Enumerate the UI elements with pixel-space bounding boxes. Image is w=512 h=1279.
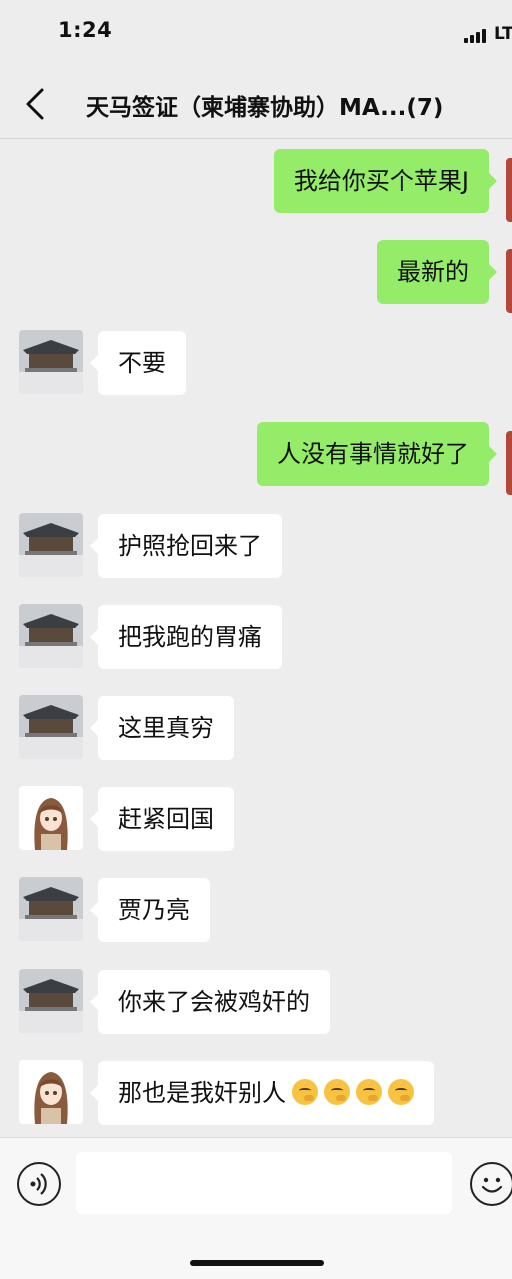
palace-avatar[interactable] <box>19 604 83 668</box>
palace-avatar[interactable] <box>19 695 83 759</box>
message-bubble[interactable]: 把我跑的胃痛 <box>90 605 282 669</box>
message-row-incoming: 护照抢回来了 <box>0 513 512 579</box>
anime-girl-avatar[interactable] <box>19 1060 83 1124</box>
message-input[interactable] <box>76 1152 452 1214</box>
message-row-incoming: 赶紧回国 <box>0 786 512 852</box>
message-bubble[interactable]: 不要 <box>90 331 186 395</box>
message-bubble[interactable]: 那也是我奸别人 <box>90 1061 434 1125</box>
message-list[interactable]: 我给你买个苹果J 最新的 不要 人没有事情就好了 护照抢回来了 把我跑的胃痛 这… <box>0 139 512 1137</box>
status-bar: 1:24 LT <box>0 0 512 70</box>
emoji-button[interactable] <box>470 1162 512 1206</box>
thinking-face-emoji <box>356 1079 382 1105</box>
input-bar <box>0 1137 512 1279</box>
message-bubble[interactable]: 贾乃亮 <box>90 878 210 942</box>
voice-icon <box>30 1173 47 1195</box>
message-row-incoming: 那也是我奸别人 <box>0 1060 512 1126</box>
palace-avatar[interactable] <box>19 877 83 941</box>
message-row-outgoing: 人没有事情就好了 <box>0 421 512 495</box>
thinking-face-emoji <box>388 1079 414 1105</box>
message-row-incoming: 不要 <box>0 330 512 396</box>
thinking-face-emoji <box>292 1079 318 1105</box>
message-row-incoming: 你来了会被鸡奸的 <box>0 969 512 1035</box>
message-bubble[interactable]: 这里真穷 <box>90 696 234 760</box>
message-bubble[interactable]: 我给你买个苹果J <box>273 149 498 213</box>
back-button[interactable] <box>18 84 58 124</box>
anime-girl-avatar[interactable] <box>19 786 83 850</box>
self-avatar[interactable] <box>506 431 512 495</box>
message-row-outgoing: 最新的 <box>0 239 512 313</box>
message-row-incoming: 贾乃亮 <box>0 877 512 943</box>
chevron-left-icon <box>26 88 44 120</box>
thinking-face-emoji <box>324 1079 350 1105</box>
chat-header: 天马签证（柬埔寨协助）MA...(7) <box>0 70 512 139</box>
message-row-incoming: 这里真穷 <box>0 695 512 761</box>
message-text: 那也是我奸别人 <box>118 1079 286 1107</box>
message-bubble[interactable]: 护照抢回来了 <box>90 514 282 578</box>
self-avatar[interactable] <box>506 158 512 222</box>
message-bubble[interactable]: 最新的 <box>377 240 497 304</box>
palace-avatar[interactable] <box>19 513 83 577</box>
palace-avatar[interactable] <box>19 969 83 1033</box>
status-time: 1:24 <box>58 18 113 42</box>
self-avatar[interactable] <box>506 249 512 313</box>
message-bubble[interactable]: 赶紧回国 <box>90 787 234 851</box>
voice-button[interactable] <box>17 1162 61 1206</box>
signal-bars-icon <box>464 27 492 43</box>
carrier-label: LT <box>494 24 512 44</box>
palace-avatar[interactable] <box>19 330 83 394</box>
chat-title: 天马签证（柬埔寨协助）MA...(7) <box>86 95 444 121</box>
message-row-outgoing: 我给你买个苹果J <box>0 148 512 222</box>
message-row-incoming: 把我跑的胃痛 <box>0 604 512 670</box>
smiley-icon <box>481 1177 503 1193</box>
message-bubble[interactable]: 人没有事情就好了 <box>257 422 497 486</box>
message-bubble[interactable]: 你来了会被鸡奸的 <box>90 970 330 1034</box>
home-indicator <box>190 1260 324 1266</box>
